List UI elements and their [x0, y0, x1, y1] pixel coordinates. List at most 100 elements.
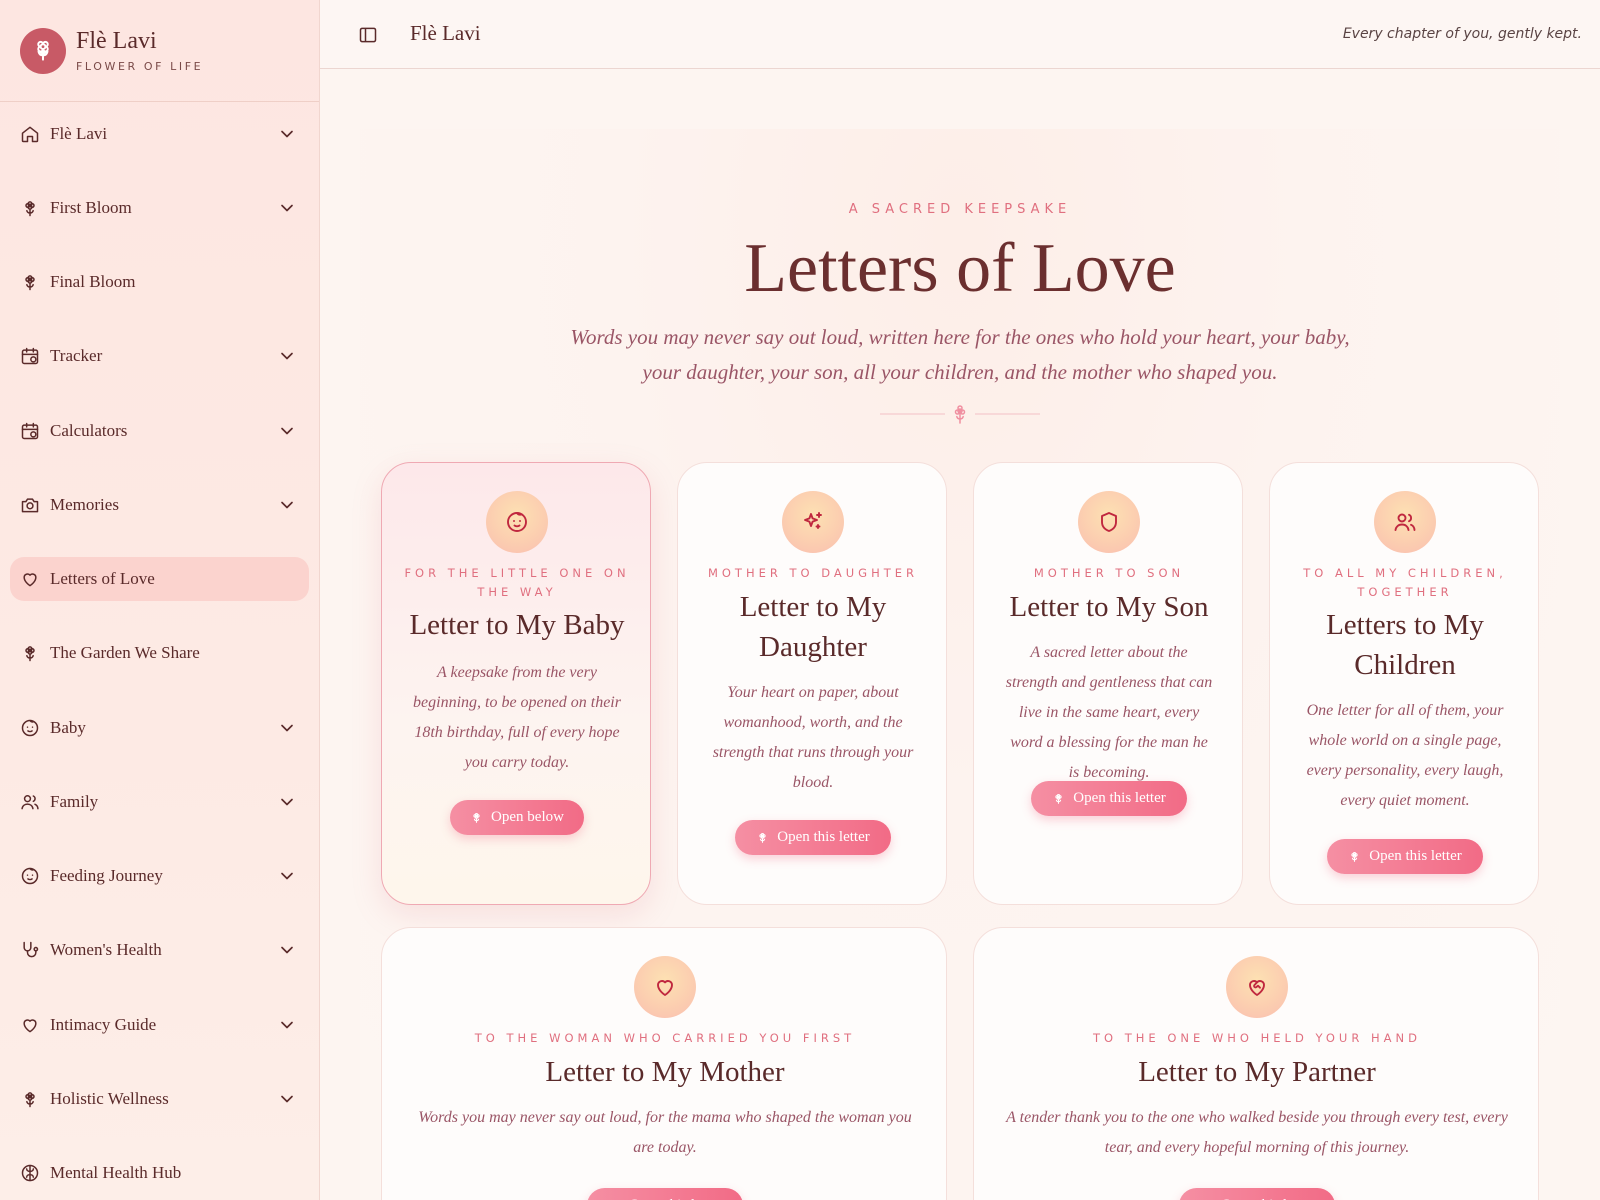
sidebar-item-label: Intimacy Guide: [50, 1015, 157, 1034]
sidebar-item-label: First Bloom: [50, 198, 132, 217]
sidebar-item-intimacy-guide[interactable]: Intimacy Guide: [10, 1003, 309, 1047]
sidebar-item-label: Flè Lavi: [50, 124, 108, 143]
card-title: Letter to My Baby: [409, 609, 625, 641]
chevron-down-icon[interactable]: [277, 421, 297, 441]
letter-card-letter-to-my-son[interactable]: MOTHER TO SON Letter to My Son A sacred le…: [973, 462, 1243, 905]
flower-logo-icon: [20, 27, 66, 74]
sidebar: Flè Lavi FLOWER OF LIFE Flè Lavi First Bl…: [0, 0, 320, 1200]
sidebar-item-baby[interactable]: Baby: [10, 706, 309, 750]
card-description: A keepsake from the very beginning, to b…: [413, 664, 621, 771]
brand[interactable]: Flè Lavi FLOWER OF LIFE: [0, 0, 319, 102]
card-title: Letter to My Partner: [1138, 1056, 1376, 1088]
letter-card-letter-to-my-baby[interactable]: FOR THE LITTLE ONE ON THE WAY Letter to M…: [381, 462, 651, 905]
flower-icon: [20, 198, 40, 218]
chevron-down-icon[interactable]: [277, 198, 297, 218]
letter-card-letter-to-my-partner[interactable]: TO THE ONE WHO HELD YOUR HAND Letter to M…: [973, 927, 1539, 1200]
home-icon: [20, 124, 40, 144]
sidebar-item-label: Baby: [50, 718, 86, 737]
flower-icon: [20, 272, 40, 292]
card-eyebrow: MOTHER TO DAUGHTER: [707, 566, 919, 580]
sidebar-item-label: Family: [50, 792, 99, 811]
open-letter-button[interactable]: Open this letter: [1031, 781, 1187, 816]
sidebar-toggle-icon[interactable]: [358, 25, 378, 45]
baby-icon: [20, 866, 40, 886]
card-description: A tender thank you to the one who walked…: [1006, 1109, 1508, 1156]
users-icon: [1374, 491, 1436, 553]
sidebar-item-feeding-journey[interactable]: Feeding Journey: [10, 854, 309, 898]
sidebar-item-label: Feeding Journey: [50, 866, 163, 885]
sidebar-item-women-s-health[interactable]: Women's Health: [10, 928, 309, 972]
open-letter-button-label: Open this letter: [777, 829, 870, 845]
chevron-down-icon[interactable]: [277, 940, 297, 960]
sidebar-item-label: Holistic Wellness: [50, 1089, 169, 1108]
brain-icon: [20, 1163, 40, 1183]
sidebar-item-memories[interactable]: Memories: [10, 483, 309, 527]
calendar-icon: [20, 346, 40, 366]
main-content: A SACRED KEEPSAKE Letters of Love Words …: [320, 69, 1600, 1200]
sidebar-item-letters-of-love[interactable]: Letters of Love: [10, 557, 309, 601]
flower-divider: [875, 404, 1045, 424]
page-title: Flè Lavi: [410, 21, 481, 45]
brand-subtitle: FLOWER OF LIFE: [76, 60, 204, 74]
sidebar-item-label: The Garden We Share: [50, 643, 200, 662]
chevron-down-icon[interactable]: [277, 1015, 297, 1035]
open-letter-button[interactable]: Open this letter: [1179, 1188, 1335, 1200]
baby-face-icon: [486, 491, 548, 553]
hero-title: Letters of Love: [744, 230, 1176, 307]
sidebar-item-final-bloom[interactable]: Final Bloom: [10, 260, 309, 304]
card-eyebrow: TO ALL MY CHILDREN, TOGETHER: [1303, 566, 1507, 599]
camera-icon: [20, 495, 40, 515]
sidebar-item-first-bloom[interactable]: First Bloom: [10, 186, 309, 230]
tagline: Every chapter of you, gently kept.: [1342, 26, 1582, 42]
sidebar-item-label: Mental Health Hub: [50, 1163, 182, 1182]
chevron-down-icon[interactable]: [277, 1089, 297, 1109]
sidebar-item-label: Final Bloom: [50, 272, 136, 291]
letter-card-letter-to-my-daughter[interactable]: MOTHER TO DAUGHTER Letter to My Daughter Y…: [677, 462, 947, 905]
letter-card-letters-to-my-children[interactable]: TO ALL MY CHILDREN, TOGETHER Letters to M…: [1269, 462, 1539, 905]
open-letter-button[interactable]: Open below: [450, 800, 584, 835]
hero-eyebrow: A SACRED KEEPSAKE: [848, 202, 1072, 217]
sidebar-item-the-garden-we-share[interactable]: The Garden We Share: [10, 631, 309, 675]
open-letter-button[interactable]: Open this letter: [1327, 839, 1483, 874]
sidebar-item-calculators[interactable]: Calculators: [10, 409, 309, 453]
heart-icon: [634, 956, 696, 1018]
sidebar-item-fl-lavi[interactable]: Flè Lavi: [10, 112, 309, 156]
flower-icon: [20, 643, 40, 663]
sidebar-item-holistic-wellness[interactable]: Holistic Wellness: [10, 1077, 309, 1121]
card-description: One letter for all of them, your whole w…: [1306, 702, 1504, 809]
brand-name: Flè Lavi: [76, 27, 157, 54]
chevron-down-icon[interactable]: [277, 866, 297, 886]
card-eyebrow: TO THE WOMAN WHO CARRIED YOU FIRST: [474, 1031, 856, 1045]
sidebar-item-family[interactable]: Family: [10, 780, 309, 824]
chevron-down-icon[interactable]: [277, 495, 297, 515]
flower-icon: [1052, 792, 1065, 805]
chevron-down-icon[interactable]: [277, 792, 297, 812]
card-title: Letter to My Daughter: [739, 591, 887, 663]
calendar-icon: [20, 421, 40, 441]
flower-icon: [1348, 850, 1361, 863]
chevron-down-icon[interactable]: [277, 124, 297, 144]
heart-icon: [20, 1015, 40, 1035]
chevron-down-icon[interactable]: [277, 346, 297, 366]
open-letter-button-label: Open below: [491, 809, 564, 825]
sidebar-item-label: Tracker: [50, 346, 103, 365]
sidebar-item-label: Women's Health: [50, 940, 162, 959]
card-title: Letter to My Mother: [545, 1056, 785, 1088]
heart-icon: [20, 569, 40, 589]
flower-icon: [470, 811, 483, 824]
heart-handshake-icon: [1226, 956, 1288, 1018]
top-bar: Flè Lavi Every chapter of you, gently ke…: [320, 0, 1600, 69]
flower-icon: [20, 1089, 40, 1109]
sidebar-item-mental-health-hub[interactable]: Mental Health Hub: [10, 1151, 309, 1195]
open-letter-button[interactable]: Open this letter: [587, 1188, 743, 1200]
hero-subtitle: Words you may never say out loud, writte…: [570, 325, 1350, 384]
chevron-down-icon[interactable]: [277, 718, 297, 738]
open-letter-button[interactable]: Open this letter: [735, 820, 891, 855]
card-title: Letter to My Son: [1009, 591, 1209, 623]
card-eyebrow: FOR THE LITTLE ONE ON THE WAY: [404, 566, 630, 599]
sidebar-item-tracker[interactable]: Tracker: [10, 334, 309, 378]
card-eyebrow: TO THE ONE WHO HELD YOUR HAND: [1093, 1031, 1421, 1045]
letter-card-letter-to-my-mother[interactable]: TO THE WOMAN WHO CARRIED YOU FIRST Letter…: [381, 927, 947, 1200]
users-icon: [20, 792, 40, 812]
flower-icon: [756, 831, 769, 844]
